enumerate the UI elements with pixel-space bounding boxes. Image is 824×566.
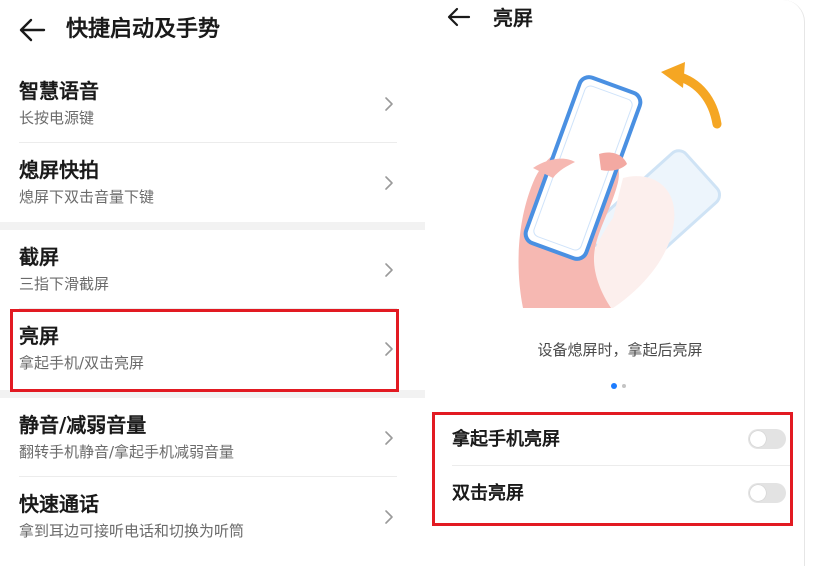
raise-to-wake-illustration xyxy=(518,62,722,308)
setting-item-title: 快速通话 xyxy=(19,492,99,516)
chevron-right-icon xyxy=(385,263,393,277)
setting-item-title: 智慧语音 xyxy=(19,79,99,103)
left-settings-panel: 快捷启动及手势 智慧语音 长按电源键 熄屏快拍 熄屏下双击音量下键 截屏 三指下… xyxy=(0,0,425,566)
setting-item-smart-voice[interactable]: 智慧语音 长按电源键 xyxy=(0,64,425,143)
back-arrow-icon[interactable] xyxy=(445,4,473,30)
highlight-box-toggles xyxy=(432,412,793,526)
group-separator xyxy=(0,222,425,230)
settings-group-1: 智慧语音 长按电源键 熄屏快拍 熄屏下双击音量下键 xyxy=(0,64,425,222)
chevron-right-icon xyxy=(385,176,393,190)
setting-item-subtitle: 熄屏下双击音量下键 xyxy=(19,188,155,206)
setting-item-subtitle: 三指下滑截屏 xyxy=(19,275,110,293)
right-detail-panel: 亮屏 设备熄屏时，拿起后亮屏 拿起手机亮屏 双击亮屏 xyxy=(425,0,824,566)
left-header: 快捷启动及手势 xyxy=(0,0,425,62)
page-indicator xyxy=(611,383,631,391)
highlight-box-wake-screen xyxy=(10,309,399,392)
setting-item-screen-off-snap[interactable]: 熄屏快拍 熄屏下双击音量下键 xyxy=(0,143,425,222)
setting-item-mute-reduce-volume[interactable]: 静音/减弱音量 翻转手机静音/拿起手机减弱音量 xyxy=(0,398,425,477)
page-dot-active xyxy=(611,383,617,389)
settings-group-3: 静音/减弱音量 翻转手机静音/拿起手机减弱音量 快速通话 拿到耳边可接听电话和切… xyxy=(0,398,425,556)
setting-item-title: 熄屏快拍 xyxy=(19,158,99,182)
page-title: 快捷启动及手势 xyxy=(66,17,221,42)
detail-card: 亮屏 设备熄屏时，拿起后亮屏 拿起手机亮屏 双击亮屏 xyxy=(425,0,805,566)
setting-item-title: 静音/减弱音量 xyxy=(19,413,147,437)
illustration-caption: 设备熄屏时，拿起后亮屏 xyxy=(537,341,703,359)
setting-item-subtitle: 拿到耳边可接听电话和切换为听筒 xyxy=(19,522,245,540)
setting-item-subtitle: 翻转手机静音/拿起手机减弱音量 xyxy=(19,443,235,461)
setting-item-title: 截屏 xyxy=(19,245,59,269)
page-dot xyxy=(622,384,626,388)
setting-item-screenshot[interactable]: 截屏 三指下滑截屏 xyxy=(0,230,425,309)
chevron-right-icon xyxy=(385,97,393,111)
detail-title: 亮屏 xyxy=(493,6,533,30)
chevron-right-icon xyxy=(385,510,393,524)
chevron-right-icon xyxy=(385,431,393,445)
setting-item-subtitle: 长按电源键 xyxy=(19,109,95,127)
setting-item-quick-call[interactable]: 快速通话 拿到耳边可接听电话和切换为听筒 xyxy=(0,477,425,556)
back-arrow-icon[interactable] xyxy=(14,12,50,48)
